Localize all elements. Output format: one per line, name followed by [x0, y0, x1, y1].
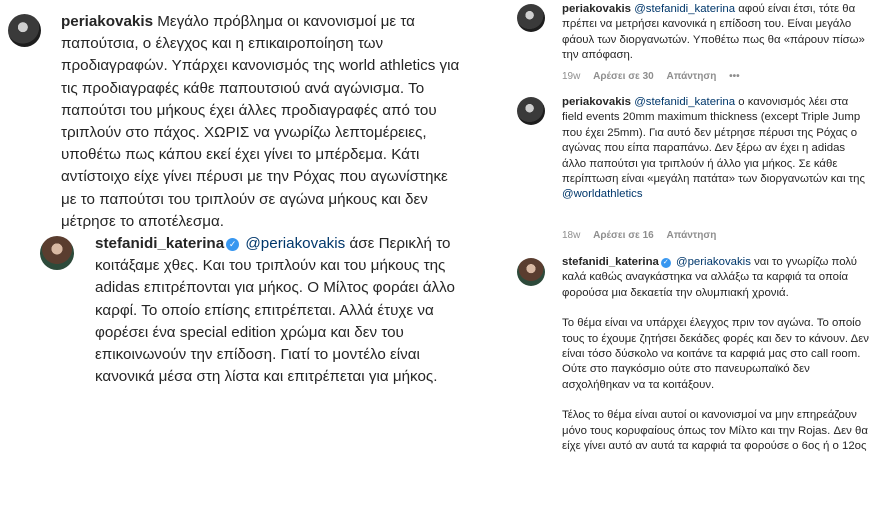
- more-options-icon[interactable]: •••: [729, 71, 740, 82]
- comment-mention[interactable]: @stefanidi_katerina: [634, 96, 735, 108]
- comment-mention[interactable]: @periakovakis: [245, 235, 345, 252]
- comment: periakovakis @stefanidi_katerina ο κανον…: [562, 95, 872, 203]
- comment-mention[interactable]: @stefanidi_katerina: [634, 3, 735, 15]
- avatar[interactable]: [517, 258, 545, 286]
- comment-username[interactable]: periakovakis: [562, 3, 631, 15]
- verified-badge-icon: ✓: [226, 238, 240, 251]
- avatar[interactable]: [517, 4, 545, 32]
- comment: stefanidi_katerina ✓ @periakovakis ναι το…: [562, 255, 872, 454]
- reply-button[interactable]: Απάντηση: [666, 230, 716, 241]
- comment-username[interactable]: stefanidi_katerina: [95, 235, 224, 252]
- comment-paragraph: Τέλος το θέμα είναι αυτοί οι κανονισμοί …: [562, 409, 868, 453]
- avatar[interactable]: [8, 14, 41, 47]
- comment-meta: 18w Αρέσει σε 16 Απάντηση: [562, 230, 726, 241]
- comment-time: 19w: [562, 71, 581, 82]
- reply-button[interactable]: Απάντηση: [666, 71, 716, 82]
- comment: periakovakis Μεγάλο πρόβλημα οι κανονισμ…: [61, 11, 463, 233]
- verified-badge-icon: ✓: [660, 258, 671, 268]
- comment-text: άσε Περικλή το κοιτάξαμε χθες. Και του τ…: [95, 235, 455, 386]
- avatar[interactable]: [40, 236, 74, 270]
- comment-text: ο κανονισμός λέει στα field events 20mm …: [562, 96, 865, 186]
- comment-meta: 19w Αρέσει σε 30 Απάντηση •••: [562, 71, 750, 82]
- likes-count[interactable]: Αρέσει σε 30: [593, 71, 654, 82]
- comment-username[interactable]: periakovakis: [61, 13, 153, 30]
- comment: periakovakis @stefanidi_katerina αφού εί…: [562, 2, 872, 64]
- comment-time: 18w: [562, 230, 581, 241]
- likes-count[interactable]: Αρέσει σε 16: [593, 230, 654, 241]
- comment-username[interactable]: periakovakis: [562, 96, 631, 108]
- comment: stefanidi_katerina ✓ @periakovakis άσε Πε…: [95, 233, 475, 388]
- comment-paragraph: Το θέμα είναι να υπάρχει έλεγχος πριν το…: [562, 317, 870, 391]
- comment-mention[interactable]: @periakovakis: [676, 256, 751, 268]
- comment-username[interactable]: stefanidi_katerina: [562, 256, 659, 268]
- avatar[interactable]: [517, 97, 545, 125]
- comment-text: Μεγάλο πρόβλημα οι κανονισμοί με τα παπο…: [61, 13, 460, 230]
- comment-mention[interactable]: @worldathletics: [562, 188, 643, 200]
